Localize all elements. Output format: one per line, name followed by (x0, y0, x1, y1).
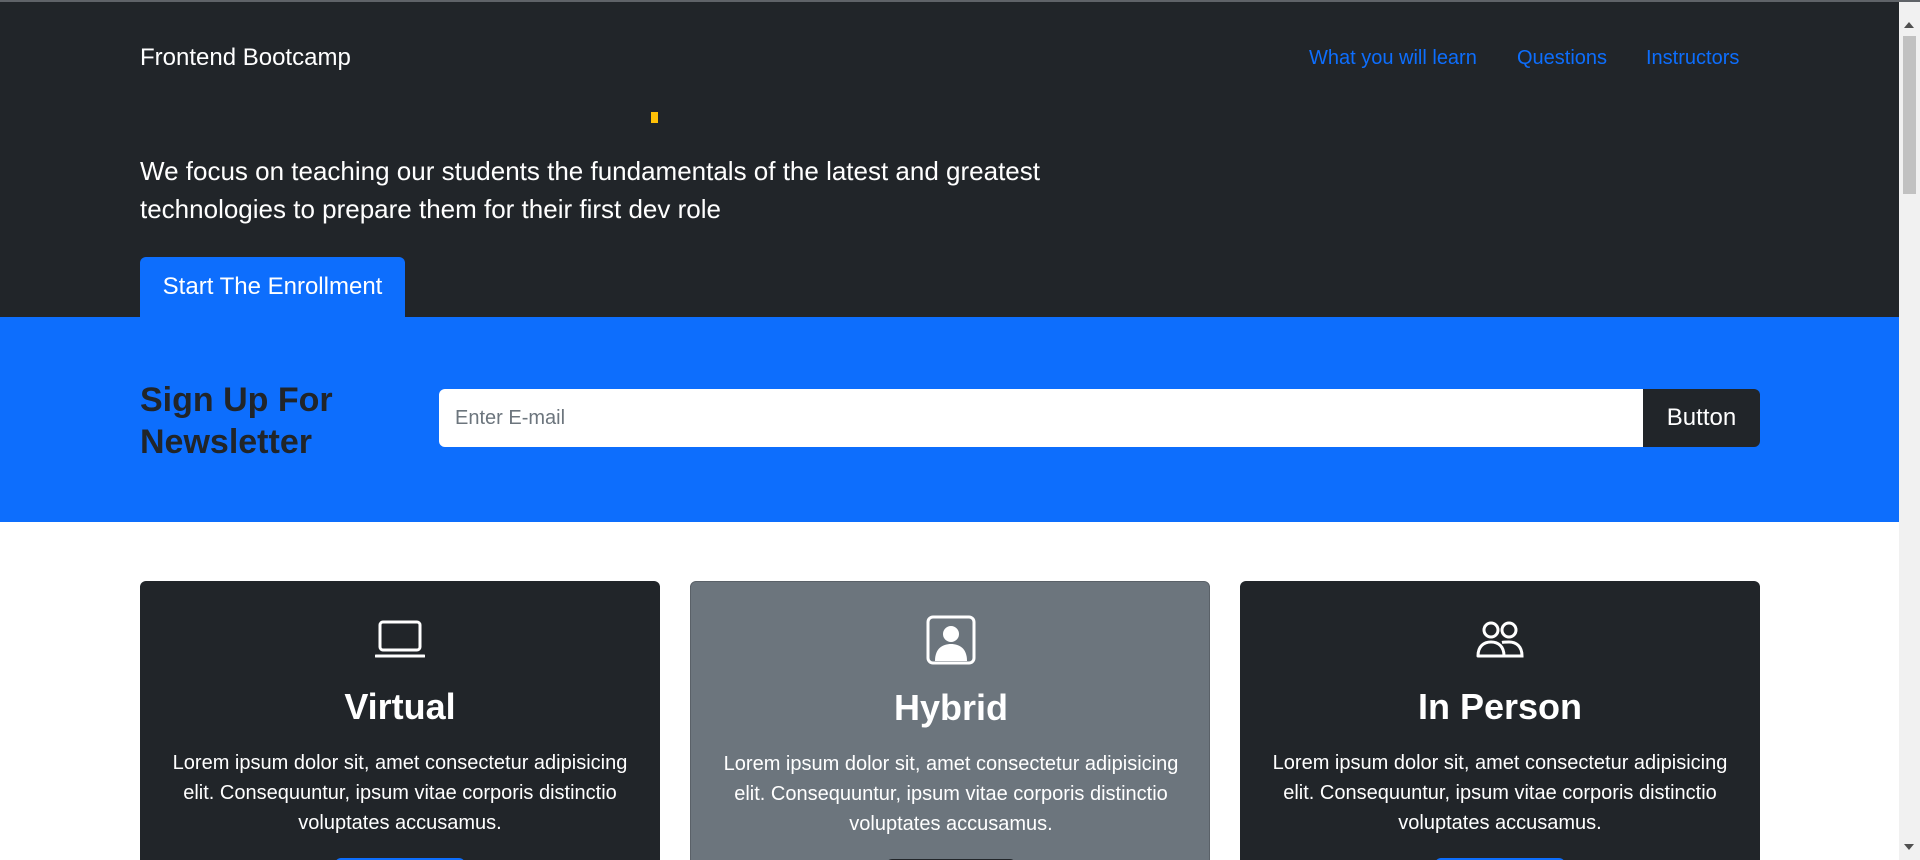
nav-link-what-you-will-learn[interactable]: What you will learn (1309, 47, 1477, 70)
text-cursor-mark (651, 112, 658, 123)
card-text: Lorem ipsum dolor sit, amet consectetur … (1272, 752, 1728, 834)
card-title: Virtual (344, 686, 456, 727)
card-text: Lorem ipsum dolor sit, amet consectetur … (723, 753, 1179, 835)
card-virtual: Virtual Lorem ipsum dolor sit, amet cons… (140, 581, 660, 860)
newsletter-section: Sign Up For Newsletter Button (0, 317, 1899, 522)
newsletter-email-input[interactable] (439, 389, 1643, 447)
card-hybrid: Hybrid Lorem ipsum dolor sit, amet conse… (690, 581, 1210, 860)
card-in-person: In Person Lorem ipsum dolor sit, amet co… (1240, 581, 1760, 860)
card-text: Lorem ipsum dolor sit, amet consectetur … (172, 752, 628, 834)
person-square-icon (926, 615, 976, 665)
nav-link-instructors[interactable]: Instructors (1646, 47, 1739, 70)
scrollbar-thumb[interactable] (1903, 36, 1916, 194)
navbar-brand[interactable]: Frontend Bootcamp (140, 44, 351, 72)
newsletter-submit-button[interactable]: Button (1643, 389, 1760, 447)
people-icon (1475, 614, 1525, 664)
vertical-scrollbar[interactable] (1899, 2, 1920, 860)
scroll-down-arrow-icon[interactable] (1904, 844, 1914, 850)
nav-link-questions[interactable]: Questions (1517, 47, 1607, 70)
newsletter-title: Sign Up For Newsletter (140, 381, 333, 461)
card-title: Hybrid (893, 687, 1008, 728)
page: Frontend Bootcamp What you will learn Qu… (0, 2, 1899, 860)
hero-section: Frontend Bootcamp What you will learn Qu… (0, 2, 1899, 317)
hero-lead-text: We focus on teaching our students the fu… (140, 156, 1040, 224)
start-enrollment-button[interactable]: Start The Enrollment (140, 257, 405, 317)
laptop-icon (374, 614, 426, 664)
card-title: In Person (1417, 686, 1583, 727)
scroll-up-arrow-icon[interactable] (1904, 22, 1914, 28)
